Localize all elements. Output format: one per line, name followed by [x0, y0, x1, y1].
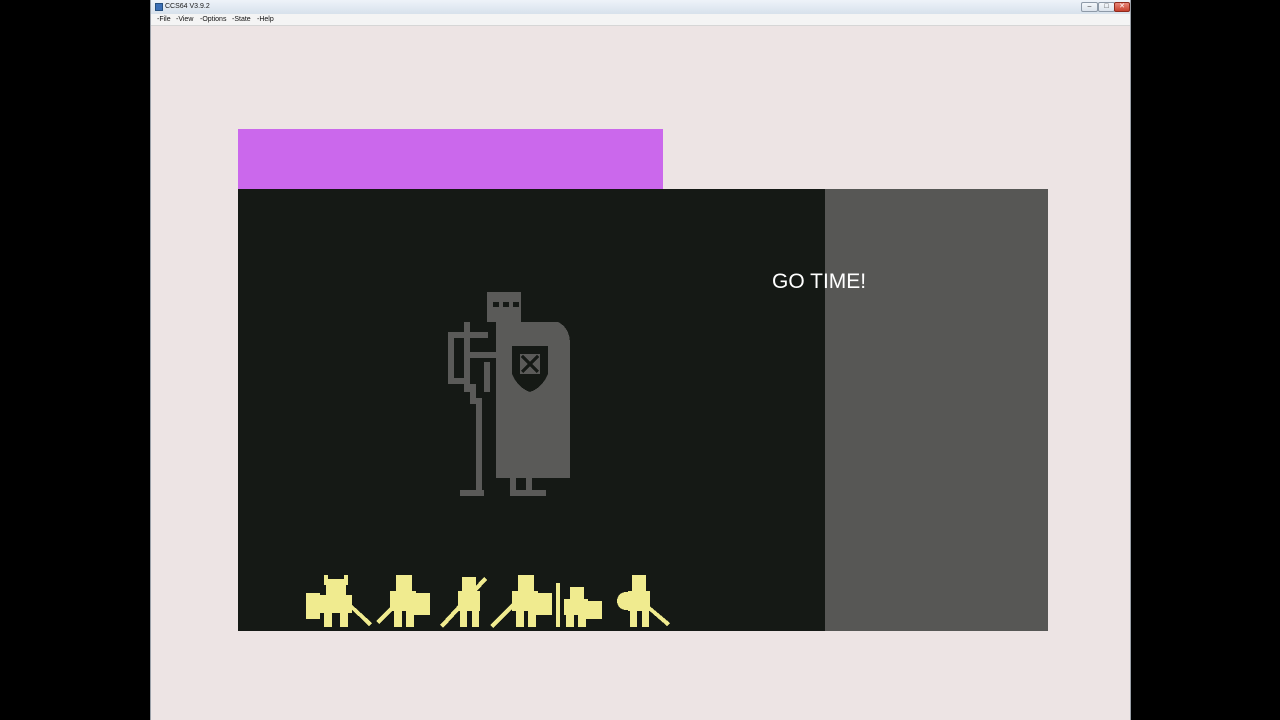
menu-bar: -File -View -Options -State -Help	[151, 14, 1130, 26]
knight-hero-icon	[376, 575, 430, 627]
maximize-button[interactable]: □	[1098, 2, 1115, 12]
window-title: CCS64 V3.9.2	[165, 3, 210, 10]
barbarian-icon	[306, 575, 372, 627]
game-side-panel	[825, 189, 1048, 631]
app-icon	[155, 3, 163, 11]
emulator-window: CCS64 V3.9.2 – □ ✕ -File -View -Options …	[150, 0, 1131, 720]
knight-icon	[448, 292, 570, 496]
menu-help[interactable]: -Help	[257, 15, 274, 24]
title-bar[interactable]: CCS64 V3.9.2 – □ ✕	[151, 0, 1130, 15]
elf-icon	[617, 575, 670, 627]
game-playfield	[238, 189, 825, 631]
go-time-caption: GO TIME!	[772, 270, 867, 293]
warrior-icon	[490, 575, 552, 628]
dwarf-icon	[556, 583, 602, 627]
minimize-button[interactable]: –	[1081, 2, 1098, 12]
close-button[interactable]: ✕	[1114, 2, 1130, 12]
menu-file[interactable]: -File	[157, 15, 171, 24]
menu-options[interactable]: -Options	[200, 15, 226, 24]
menu-state[interactable]: -State	[232, 15, 251, 24]
spearman-icon	[440, 577, 487, 628]
game-top-bar	[238, 129, 663, 189]
menu-view[interactable]: -View	[176, 15, 193, 24]
